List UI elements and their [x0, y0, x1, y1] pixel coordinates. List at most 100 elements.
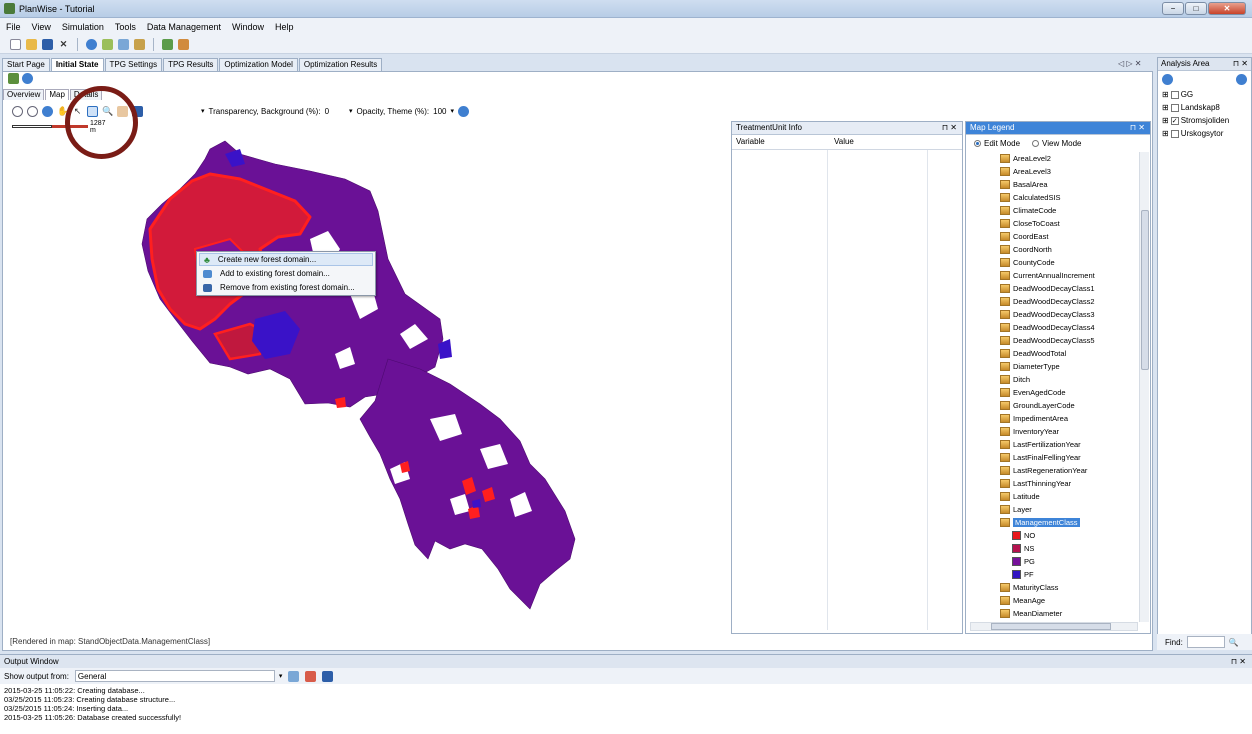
wizard-icon[interactable] — [102, 38, 113, 50]
menu-file[interactable]: File — [6, 22, 21, 32]
edit-mode-radio[interactable]: Edit Mode — [974, 139, 1020, 148]
save-icon[interactable] — [42, 38, 53, 50]
close-window-button[interactable]: ✕ — [1208, 2, 1246, 15]
save-output-icon[interactable] — [322, 670, 334, 682]
menu-simulation[interactable]: Simulation — [62, 22, 104, 32]
legend-field-item[interactable]: DiameterType — [1000, 360, 1060, 373]
tab-overview[interactable]: Overview — [3, 89, 45, 100]
legend-vertical-scrollbar[interactable] — [1139, 152, 1149, 622]
maximize-button[interactable]: □ — [1185, 2, 1207, 15]
pin-close-icon[interactable]: ⊓ ✕ — [1233, 58, 1248, 70]
legend-field-item[interactable]: DeadWoodDecayClass4 — [1000, 321, 1095, 334]
tab-start-page[interactable]: Start Page — [2, 58, 50, 71]
tab-tpg-settings[interactable]: TPG Settings — [104, 58, 163, 71]
menu-view[interactable]: View — [32, 22, 51, 32]
checkbox[interactable] — [1170, 103, 1179, 112]
help-icon[interactable] — [1236, 74, 1247, 85]
legend-class-item[interactable]: NS — [1012, 542, 1034, 555]
search-icon[interactable]: 🔍 — [1229, 638, 1239, 647]
zoom-out-icon[interactable] — [27, 105, 38, 117]
open-folder-icon[interactable] — [26, 38, 37, 50]
layers-icon[interactable] — [8, 73, 19, 84]
analysis-area-item[interactable]: ⊞ GG — [1162, 89, 1193, 100]
legend-field-item[interactable]: CloseToCoast — [1000, 217, 1060, 230]
menu-remove-from-forest-domain[interactable]: Remove from existing forest domain... — [199, 281, 373, 294]
legend-field-item[interactable]: GroundLayerCode — [1000, 399, 1075, 412]
legend-field-item[interactable]: MaturityClass — [1000, 581, 1058, 594]
legend-field-item[interactable]: LastFinalFellingYear — [1000, 451, 1081, 464]
settings-icon[interactable] — [134, 38, 145, 50]
checkbox[interactable] — [1170, 90, 1179, 99]
tab-map[interactable]: Map — [45, 89, 69, 100]
checkbox-checked[interactable]: ✓ — [1170, 116, 1179, 125]
tab-initial-state[interactable]: Initial State — [50, 58, 104, 71]
opacity-value[interactable]: 100 — [433, 107, 446, 116]
map-canvas[interactable] — [10, 119, 725, 634]
analysis-area-item[interactable]: ⊞ ✓ Stromsjoliden — [1162, 115, 1229, 126]
legend-field-item[interactable]: CoordNorth — [1000, 243, 1052, 256]
legend-field-item[interactable]: CurrentAnnualIncrement — [1000, 269, 1095, 282]
legend-field-item[interactable]: CalculatedSIS — [1000, 191, 1061, 204]
column-variable[interactable]: Variable — [732, 137, 830, 149]
legend-field-item[interactable]: AreaLevel2 — [1000, 152, 1051, 165]
legend-field-item[interactable]: DeadWoodTotal — [1000, 347, 1066, 360]
legend-field-item[interactable]: ImpedimentArea — [1000, 412, 1068, 425]
tab-optimization-results[interactable]: Optimization Results — [298, 58, 383, 71]
checkbox[interactable] — [1170, 129, 1179, 138]
dropdown-arrow-icon[interactable]: ▾ — [349, 107, 353, 115]
scrollbar-thumb[interactable] — [991, 623, 1111, 630]
dropdown-arrow-icon[interactable]: ▾ — [279, 672, 283, 680]
legend-field-item[interactable]: MeanDiameter — [1000, 607, 1062, 620]
refresh-icon[interactable] — [1162, 74, 1173, 85]
full-extent-icon[interactable] — [42, 105, 53, 117]
run-icon[interactable] — [162, 38, 173, 50]
legend-field-item[interactable]: LastRegenerationYear — [1000, 464, 1087, 477]
legend-field-item[interactable]: BasalArea — [1000, 178, 1048, 191]
legend-field-item[interactable]: AreaLevel3 — [1000, 165, 1051, 178]
scrollbar-thumb[interactable] — [1141, 210, 1149, 370]
dropdown-arrow-icon[interactable]: ▾ — [451, 107, 455, 115]
menu-data-management[interactable]: Data Management — [147, 22, 221, 32]
legend-field-item[interactable]: Layer — [1000, 503, 1032, 516]
tab-tpg-results[interactable]: TPG Results — [163, 58, 219, 71]
tab-scroll-controls[interactable]: ◁ ▷ ✕ — [1118, 59, 1141, 68]
globe-icon[interactable] — [86, 38, 97, 50]
find-input[interactable] — [1186, 636, 1225, 648]
forest-map[interactable] — [10, 119, 725, 634]
view-mode-radio[interactable]: View Mode — [1032, 139, 1081, 148]
legend-field-item[interactable]: EvenAgedCode — [1000, 386, 1066, 399]
legend-class-item[interactable]: PF — [1012, 568, 1034, 581]
help-icon[interactable] — [458, 105, 470, 117]
menu-help[interactable]: Help — [275, 22, 294, 32]
refresh-icon[interactable] — [22, 73, 33, 84]
menu-add-to-forest-domain[interactable]: Add to existing forest domain... — [199, 267, 373, 280]
legend-class-item[interactable]: PG — [1012, 555, 1035, 568]
legend-horizontal-scrollbar[interactable] — [970, 622, 1138, 631]
analysis-area-item[interactable]: ⊞ Landskap8 — [1162, 102, 1220, 113]
legend-field-item[interactable]: DeadWoodDecayClass5 — [1000, 334, 1095, 347]
clear-all-icon[interactable] — [305, 670, 317, 682]
transparency-value[interactable]: 0 — [325, 107, 329, 116]
analysis-area-item[interactable]: ⊞ Urskogsytor — [1162, 128, 1223, 139]
legend-field-item[interactable]: InventoryYear — [1000, 425, 1059, 438]
legend-field-item[interactable]: CountyCode — [1000, 256, 1055, 269]
delete-icon[interactable]: ✕ — [58, 39, 69, 50]
pin-close-icon[interactable]: ⊓ ✕ — [1231, 655, 1246, 668]
export-icon[interactable] — [178, 38, 189, 50]
legend-field-item[interactable]: LastFertilizationYear — [1000, 438, 1081, 451]
dropdown-arrow-icon[interactable]: ▾ — [201, 107, 205, 115]
pin-close-icon[interactable]: ⊓ ✕ — [1130, 122, 1145, 134]
minimize-button[interactable]: − — [1162, 2, 1184, 15]
legend-field-item-selected[interactable]: ManagementClass — [1000, 516, 1080, 529]
menu-tools[interactable]: Tools — [115, 22, 136, 32]
menu-window[interactable]: Window — [232, 22, 264, 32]
pin-close-icon[interactable]: ⊓ ✕ — [942, 122, 957, 134]
find-message-icon[interactable] — [288, 670, 300, 682]
legend-field-item[interactable]: ClimateCode — [1000, 204, 1056, 217]
menu-create-forest-domain[interactable]: ♣ Create new forest domain... — [199, 253, 373, 266]
legend-class-item[interactable]: NO — [1012, 529, 1035, 542]
legend-field-item[interactable]: MeanAge — [1000, 594, 1045, 607]
output-source-select[interactable]: General — [74, 670, 275, 682]
legend-field-item[interactable]: DeadWoodDecayClass2 — [1000, 295, 1095, 308]
new-file-icon[interactable] — [10, 38, 21, 50]
